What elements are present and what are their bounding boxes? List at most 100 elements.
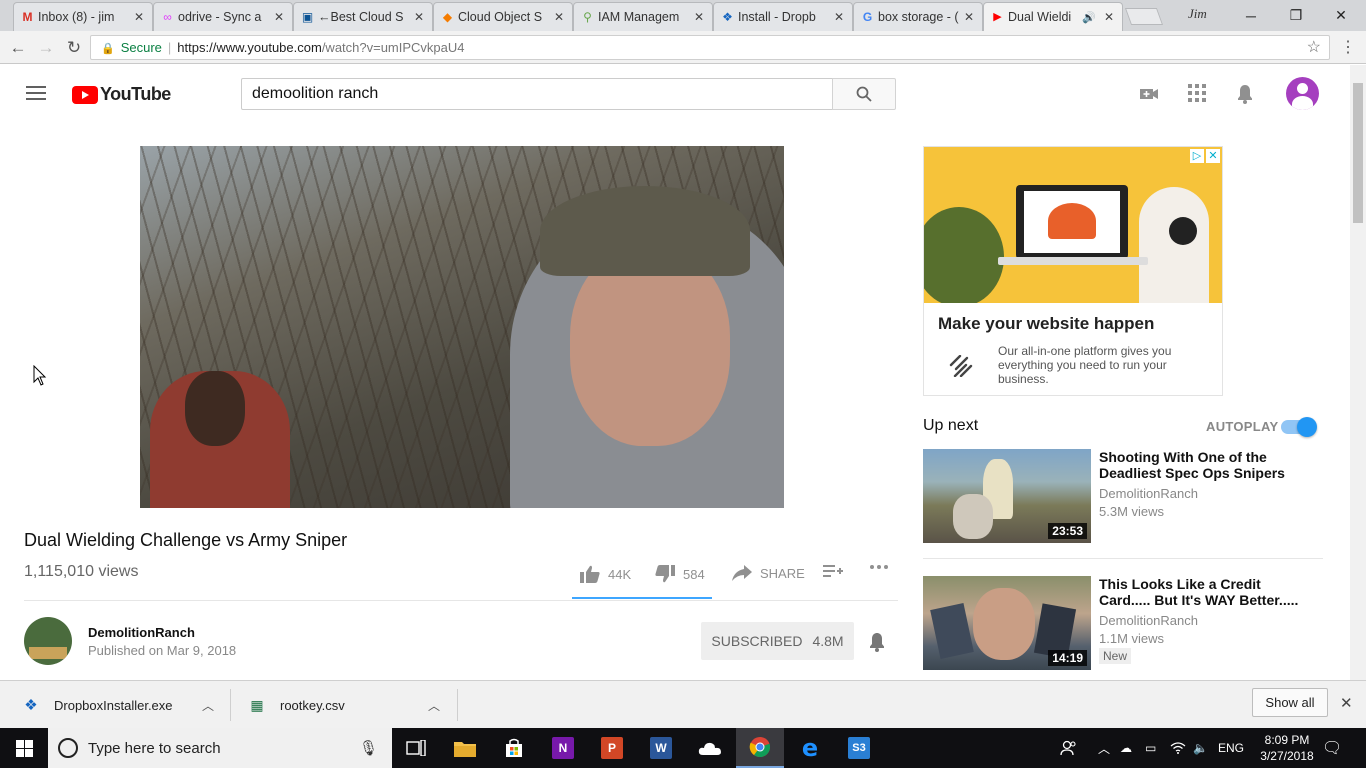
notifications-bell-icon[interactable]	[1235, 84, 1255, 104]
hamburger-menu-icon[interactable]	[26, 86, 46, 100]
ad-headline[interactable]: Make your website happen	[938, 314, 1154, 334]
adchoices-icon[interactable]: ▷	[1190, 149, 1204, 163]
tab-google-search[interactable]: G box storage - ( ✕	[853, 2, 983, 31]
tab-close-icon[interactable]: ✕	[962, 10, 976, 24]
language-indicator[interactable]: ENG	[1218, 728, 1244, 768]
tab-close-icon[interactable]: ✕	[832, 10, 846, 24]
taskbar-search-box[interactable]: Type here to search 🎙	[48, 728, 392, 768]
tab-title: ←Best Cloud S	[318, 10, 404, 24]
edge-icon[interactable]: e	[786, 728, 834, 768]
volume-icon[interactable]: 🔈	[1193, 728, 1208, 768]
download-item[interactable]: ▦ rootkey.csv ︿	[248, 681, 453, 729]
battery-icon[interactable]: ▭	[1145, 728, 1156, 768]
video-thumbnail[interactable]: 23:53	[923, 449, 1091, 543]
recommended-video[interactable]: 14:19 This Looks Like a Credit Card.....…	[923, 576, 1323, 672]
s3-browser-icon[interactable]: S3	[835, 728, 883, 768]
divider	[923, 558, 1323, 559]
tab-close-icon[interactable]: ✕	[692, 10, 706, 24]
chevron-up-icon[interactable]: ︿	[202, 697, 214, 714]
share-arrow-icon	[732, 565, 752, 581]
chevron-up-icon[interactable]: ︿	[428, 697, 440, 714]
dislike-button[interactable]: 584	[655, 565, 705, 583]
restore-button[interactable]: ❐	[1273, 0, 1319, 31]
tab-iam[interactable]: ⚲ IAM Managem ✕	[573, 2, 713, 31]
store-icon[interactable]	[490, 728, 538, 768]
speaker-icon[interactable]: 🔊	[1082, 11, 1096, 24]
tray-chevron-up-icon[interactable]: ︿	[1098, 728, 1110, 768]
profile-button[interactable]: Jim	[1188, 6, 1207, 22]
video-player[interactable]	[140, 146, 784, 508]
tab-close-icon[interactable]: ✕	[132, 10, 146, 24]
back-arrow-icon[interactable]: ←	[6, 36, 30, 60]
minimize-button[interactable]: ─	[1228, 0, 1274, 31]
scrollbar-thumb[interactable]	[1353, 83, 1363, 223]
recommended-title[interactable]: Shooting With One of the Deadliest Spec …	[1099, 449, 1299, 481]
thumbs-down-icon	[655, 565, 675, 583]
recommended-title[interactable]: This Looks Like a Credit Card..... But I…	[1099, 576, 1299, 608]
tab-odrive[interactable]: ∞ odrive - Sync a ✕	[153, 2, 293, 31]
action-center-icon[interactable]: 🗨	[1322, 738, 1342, 758]
video-thumbnail[interactable]: 14:19	[923, 576, 1091, 670]
tab-dropbox[interactable]: ❖ Install - Dropb ✕	[713, 2, 853, 31]
upload-video-icon[interactable]	[1139, 84, 1159, 104]
downloads-bar: ❖ DropboxInstaller.exe ︿ ▦ rootkey.csv ︿	[0, 680, 1366, 728]
word-icon[interactable]: W	[637, 728, 685, 768]
wifi-icon[interactable]	[1170, 728, 1186, 768]
onenote-icon[interactable]: N	[539, 728, 587, 768]
tab-youtube-active[interactable]: ▶ Dual Wieldi 🔊 ✕	[983, 2, 1123, 31]
channel-name[interactable]: DemolitionRanch	[88, 625, 195, 640]
forward-arrow-icon[interactable]: →	[34, 36, 58, 60]
onedrive-icon[interactable]	[686, 728, 734, 768]
page-scrollbar[interactable]	[1350, 65, 1366, 680]
add-to-playlist-button[interactable]	[823, 565, 843, 579]
mouse-cursor-icon	[33, 365, 47, 386]
sidebar-ad[interactable]: ▷ ✕ Make your website happen Our all-in-…	[923, 146, 1223, 396]
search-input[interactable]: demoolition ranch	[241, 78, 833, 110]
chrome-icon[interactable]	[736, 728, 784, 768]
address-toolbar: ← → ↻ 🔒 Secure | https://www.youtube.com/wa…	[0, 31, 1366, 64]
task-view-icon[interactable]	[392, 728, 440, 768]
subscribed-button[interactable]: SUBSCRIBED 4.8M	[701, 622, 854, 660]
like-button[interactable]: 44K	[580, 565, 631, 583]
tab-close-icon[interactable]: ✕	[1102, 10, 1116, 24]
show-all-downloads-button[interactable]: Show all	[1252, 688, 1328, 717]
start-button[interactable]	[0, 728, 48, 768]
account-avatar[interactable]	[1286, 77, 1319, 110]
recommended-video[interactable]: 23:53 Shooting With One of the Deadliest…	[923, 449, 1323, 545]
channel-avatar[interactable]	[24, 617, 72, 665]
apps-grid-icon[interactable]	[1187, 84, 1207, 104]
close-downloads-icon[interactable]: ✕	[1340, 694, 1353, 712]
close-window-button[interactable]: ✕	[1318, 0, 1364, 31]
onedrive-tray-icon[interactable]: ☁	[1120, 728, 1132, 768]
chrome-menu-icon[interactable]: ⋮	[1340, 37, 1356, 57]
taskbar-clock[interactable]: 8:09 PM 3/27/2018	[1256, 732, 1318, 764]
tab-cloud-object[interactable]: ◆ Cloud Object S ✕	[433, 2, 573, 31]
new-tab-button[interactable]	[1124, 8, 1164, 25]
powerpoint-icon[interactable]: P	[588, 728, 636, 768]
secure-label: Secure	[120, 40, 162, 55]
youtube-logo[interactable]: YouTube	[72, 84, 171, 105]
url-bar[interactable]: 🔒 Secure | https://www.youtube.com/watch?v=…	[90, 35, 1330, 60]
reload-icon[interactable]: ↻	[62, 36, 86, 60]
autoplay-toggle[interactable]	[1281, 417, 1317, 437]
more-actions-button[interactable]	[870, 565, 888, 569]
tab-gmail[interactable]: M Inbox (8) - jim ✕	[13, 2, 153, 31]
tab-best-cloud[interactable]: ▣ ←Best Cloud S ✕	[293, 2, 433, 31]
channel-notification-bell-icon[interactable]	[868, 632, 888, 652]
tab-close-icon[interactable]: ✕	[412, 10, 426, 24]
search-button[interactable]	[832, 78, 896, 110]
download-filename: DropboxInstaller.exe	[54, 697, 173, 713]
share-button[interactable]: SHARE	[732, 565, 805, 581]
bookmark-star-icon[interactable]: ☆	[1307, 36, 1321, 59]
tab-close-icon[interactable]: ✕	[552, 10, 566, 24]
divider	[457, 689, 458, 721]
ad-image[interactable]: ▷ ✕	[924, 147, 1222, 303]
tab-close-icon[interactable]: ✕	[272, 10, 286, 24]
ad-close-icon[interactable]: ✕	[1206, 149, 1220, 163]
download-item[interactable]: ❖ DropboxInstaller.exe ︿	[22, 681, 227, 729]
video-frame-cap	[540, 186, 750, 276]
people-icon[interactable]	[1060, 728, 1078, 768]
url-separator: |	[167, 40, 172, 55]
microphone-icon[interactable]: 🎙	[359, 739, 378, 757]
file-explorer-icon[interactable]	[441, 728, 489, 768]
